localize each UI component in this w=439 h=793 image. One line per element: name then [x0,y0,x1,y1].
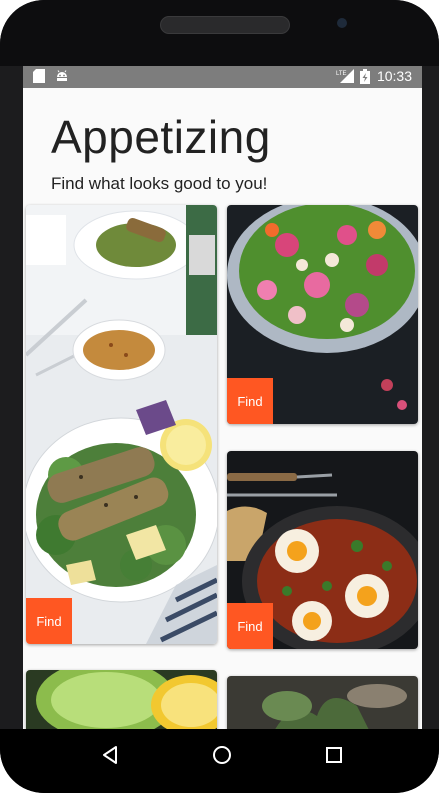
battery-charging-icon [360,69,370,84]
home-icon[interactable] [210,743,234,767]
food-card-1[interactable]: Find [26,205,217,644]
lte-label: LTE [336,71,347,77]
sd-card-icon [33,69,47,83]
food-image-grilled-fish-salad [26,205,217,644]
android-icon [55,69,69,83]
food-card-3[interactable]: Find [227,451,418,649]
find-button-2[interactable]: Find [227,378,273,424]
back-icon[interactable] [98,743,122,767]
earpiece-speaker [160,16,290,34]
navigation-bar [0,729,439,793]
food-card-4[interactable] [26,670,217,729]
food-image-green-plant [227,676,418,729]
phone-top-bezel [0,0,439,66]
status-time: 10:33 [376,68,412,84]
app-screen: LTE 10:33 Appetizing Find what looks goo… [23,66,422,729]
find-button-3[interactable]: Find [227,603,273,649]
lte-signal-icon: LTE [336,69,354,83]
food-card-2[interactable]: Find [227,205,418,424]
find-button-1[interactable]: Find [26,598,72,644]
phone-frame: LTE 10:33 Appetizing Find what looks goo… [0,0,439,793]
page-subtitle: Find what looks good to you! [51,174,268,193]
recents-icon[interactable] [322,743,346,767]
status-bar: LTE 10:33 [23,66,422,88]
food-image-lime-citrus [26,670,217,729]
front-camera [337,18,347,28]
page-title: Appetizing [51,111,271,163]
food-card-5[interactable] [227,676,418,729]
